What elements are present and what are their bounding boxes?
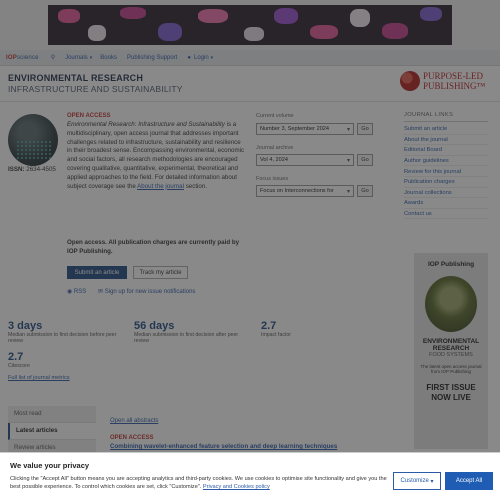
cookie-text: Clicking the "Accept All" button means y… (10, 476, 387, 491)
current-volume-label: Current volume (256, 113, 294, 119)
journal-description: Environmental Research: Infrastructure a… (67, 121, 245, 190)
accept-all-button[interactable]: Accept All (445, 472, 493, 490)
publication-charges-note: Open access. All publication charges are… (67, 239, 240, 255)
journal-links-sidebar: JOURNAL LINKS Submit an article About th… (404, 112, 488, 220)
chevron-down-icon: ▾ (346, 127, 350, 133)
search-icon[interactable]: ⚲ (51, 54, 55, 61)
chevron-down-icon: ▾ (346, 189, 350, 195)
focus-issues-go-button[interactable]: Go (357, 185, 373, 197)
cookie-consent-banner: We value your privacy Clicking the "Acce… (0, 452, 500, 500)
bell-icon: ✉ (98, 289, 104, 295)
tab-most-read[interactable]: Most read (8, 406, 96, 423)
customize-button[interactable]: Customize ▾ (393, 472, 441, 490)
chevron-down-icon: ▾ (430, 478, 434, 485)
advertisement-banner[interactable] (48, 5, 452, 45)
journal-links-title: JOURNAL LINKS (404, 112, 488, 122)
nav-books[interactable]: Books (100, 55, 117, 61)
current-volume-select[interactable]: Number 3, September 2024 ▾ (256, 123, 354, 135)
article-title-link[interactable]: Combining wavelet-enhanced feature selec… (110, 443, 337, 450)
chevron-down-icon: ▾ (346, 158, 350, 164)
issn: ISSN: 2634-4505 (8, 166, 56, 173)
chevron-down-icon: ▾ (210, 54, 214, 61)
nav-journals[interactable]: Journals (65, 55, 88, 61)
ad-banner-area (0, 0, 500, 50)
chevron-down-icon: ▾ (89, 54, 93, 61)
signup-notifications-link[interactable]: ✉ Sign up for new issue notifications (98, 288, 195, 295)
food-systems-promo[interactable]: IOP Publishing ENVIRONMENTAL RESEARCH FO… (414, 253, 488, 449)
current-volume-go-button[interactable]: Go (357, 123, 373, 135)
sidebar-item-contact[interactable]: Contact us (404, 209, 488, 220)
iopscience-logo[interactable]: IOPscience (6, 55, 39, 61)
metric-citescore: 2.7 Citescore (8, 351, 30, 369)
tab-latest-articles[interactable]: Latest articles (8, 423, 96, 440)
article-tabs: Most read Latest articles Review article… (8, 406, 96, 457)
sidebar-item-publication-charges[interactable]: Publication charges (404, 177, 488, 188)
metric-first-decision-before: 3 days Median submission to first decisi… (8, 320, 117, 344)
sidebar-item-about-journal[interactable]: About the journal (404, 135, 488, 146)
user-icon: ● (187, 54, 191, 61)
privacy-policy-link[interactable]: Privacy and Cookies policy (203, 484, 270, 490)
journal-archive-label: Journal archive (256, 145, 294, 151)
track-article-button[interactable]: Track my article (133, 266, 188, 279)
sidebar-item-review[interactable]: Review for this journal (404, 166, 488, 177)
journal-header: ENVIRONMENTAL RESEARCH INFRASTRUCTURE AN… (0, 66, 500, 102)
purpose-led-publishing-logo[interactable]: PURPOSE-LED PUBLISHING™ (400, 71, 485, 91)
about-journal-link[interactable]: About the journal (137, 183, 184, 190)
metric-impact-factor: 2.7 Impact factor (261, 320, 291, 338)
sidebar-item-awards[interactable]: Awards (404, 198, 488, 209)
journal-archive-select[interactable]: Vol 4, 2024 ▾ (256, 154, 354, 166)
journal-title[interactable]: ENVIRONMENTAL RESEARCH (8, 73, 143, 83)
nav-publishing-support[interactable]: Publishing Support (127, 55, 177, 61)
focus-issues-label: Focus issues (256, 176, 289, 182)
open-access-label: OPEN ACCESS (110, 435, 154, 441)
purpose-led-mark-icon (400, 71, 420, 91)
journal-subtitle: INFRASTRUCTURE AND SUSTAINABILITY (8, 84, 183, 94)
journal-archive-go-button[interactable]: Go (357, 154, 373, 166)
top-navigation: IOPscience ⚲ Journals ▾ Books Publishing… (0, 50, 500, 66)
submit-article-button[interactable]: Submit an article (67, 266, 127, 279)
sidebar-item-submit-article[interactable]: Submit an article (404, 124, 488, 135)
sidebar-item-journal-collections[interactable]: Journal collections (404, 188, 488, 199)
cookie-title: We value your privacy (10, 461, 90, 470)
sidebar-item-editorial-board[interactable]: Editorial Board (404, 145, 488, 156)
sidebar-item-author-guidelines[interactable]: Author guidelines (404, 156, 488, 167)
metric-first-decision-after: 56 days Median submission to first decis… (134, 320, 239, 344)
full-metrics-link[interactable]: Full list of journal metrics (8, 375, 70, 381)
iop-publishing-logo: IOP Publishing (427, 261, 475, 268)
rss-icon: ◉ (67, 289, 73, 295)
nav-login[interactable]: Login (194, 55, 209, 61)
rss-link[interactable]: ◉ RSS (67, 288, 86, 295)
journal-cover-image (8, 114, 58, 166)
open-all-abstracts-link[interactable]: Open all abstracts (110, 418, 158, 424)
open-access-label: OPEN ACCESS (67, 113, 111, 119)
promo-image (425, 276, 477, 332)
focus-issues-select[interactable]: Focus on Interconnections for ▾ (256, 185, 354, 197)
